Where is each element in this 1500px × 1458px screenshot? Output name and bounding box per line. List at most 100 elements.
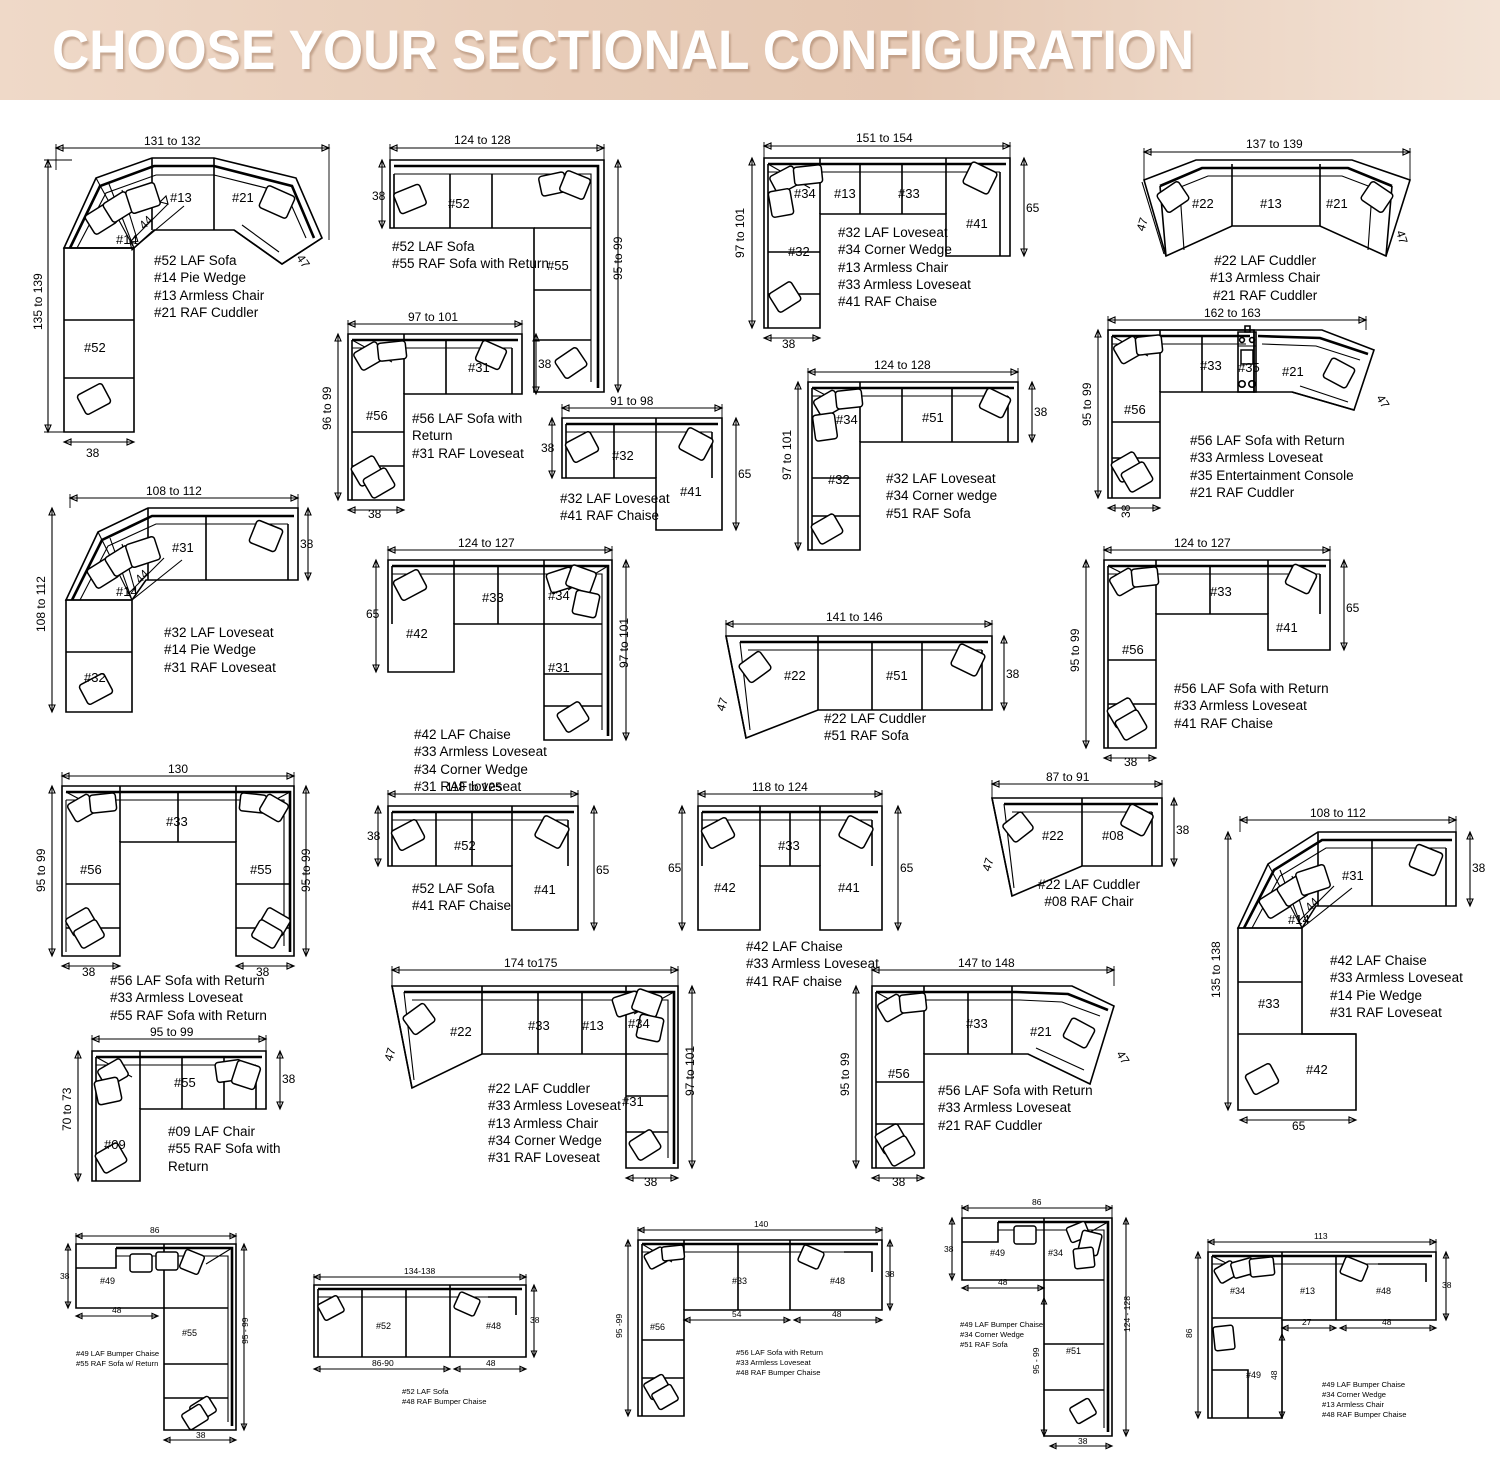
page-title: CHOOSE YOUR SECTIONAL CONFIGURATION	[52, 18, 1195, 81]
dim-overall-width: 130	[168, 762, 188, 776]
configuration-cfg-05[interactable]: 97 to 101 96 to 99 38 38 #31 #56 #56 LAF…	[320, 310, 556, 521]
configuration-cfg-07[interactable]: 91 to 98 38 65 #32 #41 #32 LAF Loveseat …	[540, 390, 760, 540]
seat-label-32: #32	[828, 472, 850, 487]
seat-label-34: #34	[628, 1016, 650, 1031]
seat-label-33: #33	[1210, 584, 1232, 599]
dim-bumper-depth: 48	[1269, 1370, 1279, 1380]
configuration-cfg-12[interactable]: 124 to 127 95 to 99 38 65 #33 #41 #56 #5…	[1068, 536, 1360, 769]
dim-overall-width: 137 to 139	[1246, 137, 1303, 151]
seat-label-35: #35	[1238, 360, 1260, 375]
dim-back-depth: 38	[530, 1315, 540, 1325]
dim-angle-left: 47	[1134, 216, 1152, 233]
legend-cfg-12: #56 LAF Sofa with Return #33 Armless Lov…	[1174, 681, 1329, 731]
configuration-cfg-22[interactable]: 134-138 38 86-90 48 #52 #48 #52 LAF Sofa…	[298, 1265, 540, 1406]
configuration-cfg-16[interactable]: 87 to 91 38 47 #22 #08 #22 LAF Cuddler #…	[970, 768, 1190, 909]
dim-angle-right: 47	[1393, 229, 1411, 246]
legend-cfg-21: #49 LAF Bumper Chaise #55 RAF Sofa w/ Re…	[76, 1349, 160, 1368]
dim-side-depth: 38	[1124, 755, 1138, 769]
dim-overall-width: 108 to 112	[1310, 806, 1366, 820]
dim-overall-depth: 95 to 99	[838, 1052, 852, 1096]
seat-label-33: #33	[898, 186, 920, 201]
configuration-cfg-20[interactable]: 95 to 99 70 to 73 38 #55 #09 #09 LAF Cha…	[58, 1025, 298, 1195]
seat-label-33: #33	[1258, 996, 1280, 1011]
dim-back-depth: 38	[1176, 823, 1190, 837]
dim-overall-width: 118 to 124	[752, 780, 808, 794]
dim-depth-left: 95 to 99	[34, 848, 48, 892]
configuration-cfg-03[interactable]: 151 to 154 97 to 101 38 65 #34 #13 #33 #…	[733, 128, 1040, 351]
dim-overall-width: 86	[1032, 1197, 1042, 1207]
seat-label-56: #56	[1124, 402, 1146, 417]
legend-cfg-22: #52 LAF Sofa #48 RAF Bumper Chaise	[402, 1387, 487, 1406]
dim-back-depth: 38	[1034, 405, 1048, 419]
configuration-cfg-06[interactable]: 162 to 163 95 to 99 38 47 #33 #35 #21 #5…	[1080, 306, 1416, 526]
configuration-cfg-09[interactable]: 108 to 112 108 to 112 38 44 #31 #14 #32 …	[34, 482, 316, 722]
configuration-cfg-23[interactable]: 140 95 -99 38 54 48 #56 #33 #48 #56 LAF	[614, 1220, 895, 1450]
seat-label-22: #22	[784, 668, 806, 683]
dim-angle-47: 47	[1113, 1048, 1132, 1067]
seat-label-14: #14	[116, 584, 138, 599]
seat-label-55: #55	[174, 1075, 196, 1090]
seat-label-49: #49	[990, 1248, 1005, 1258]
seat-label-56: #56	[80, 862, 102, 877]
seat-label-34: #34	[1230, 1286, 1245, 1296]
seat-label-52: #52	[448, 196, 470, 211]
configuration-cfg-19[interactable]: 147 to 148 95 to 99 38 47 #33 #21 #56 #5…	[838, 956, 1140, 1189]
page-header-banner: CHOOSE YOUR SECTIONAL CONFIGURATION	[0, 0, 1500, 100]
seat-label-42: #42	[1306, 1062, 1328, 1077]
seat-label-13: #13	[1300, 1286, 1315, 1296]
dim-mid-width: 27	[1302, 1317, 1312, 1327]
seat-label-33: #33	[482, 590, 504, 605]
dim-overall-depth: 97 to 101	[780, 430, 794, 480]
dim-bumper-width: 48	[998, 1277, 1008, 1287]
seat-label-41: #41	[838, 880, 860, 895]
dim-right-width: 48	[1382, 1317, 1392, 1327]
dim-overall-depth: 70 to 73	[60, 1087, 74, 1131]
configuration-cfg-17[interactable]: 108 to 112 135 to 138 65 38 44 #31 #14 #…	[1206, 802, 1486, 1133]
configuration-cfg-11[interactable]: 141 to 146 38 47 #22 #51 #22 LAF Cuddler…	[706, 608, 1020, 748]
seat-label-08: #08	[1102, 828, 1124, 843]
configuration-cfg-25[interactable]: 113 86 38 27 48 48 #34 #13 #48 #49 #49 L…	[1184, 1230, 1466, 1430]
legend-cfg-13: #56 LAF Sofa with Return #33 Armless Lov…	[110, 973, 267, 1023]
configuration-cfg-18[interactable]: 174 to175 97 to 101 38 47 #22 #33 #13 #3…	[370, 956, 730, 1189]
configuration-cfg-04[interactable]: 137 to 139 47 47 #22 #13 #21 #22 LAF Cud…	[1124, 130, 1424, 303]
configuration-cfg-14[interactable]: 118 to 125 38 65 #52 #41 #52 LAF Sofa #4…	[366, 780, 616, 940]
legend-cfg-24: #49 LAF Bumper Chaise #34 Corner Wedge #…	[960, 1320, 1044, 1349]
dim-angle-47: 47	[979, 856, 996, 873]
legend-cfg-20: #09 LAF Chair #55 RAF Sofa with Return	[168, 1124, 281, 1174]
configuration-cfg-21[interactable]: 86 38 48 95 - 99 38 #49 #55 #49 LAF Bump…	[58, 1225, 258, 1451]
dim-overall-width: 162 to 163	[1204, 306, 1261, 320]
dim-overall-width: 108 to 112	[146, 484, 202, 498]
configuration-cfg-15[interactable]: 118 to 124 65 65 #42 #33 #41 #42 LAF Cha…	[660, 780, 920, 989]
dim-overall-width: 87 to 91	[1046, 770, 1090, 784]
dim-side-depth: 38	[1119, 504, 1133, 518]
dim-bumper-depth: 38	[60, 1271, 70, 1281]
seat-label-21: #21	[232, 190, 254, 205]
legend-cfg-01: #52 LAF Sofa #14 Pie Wedge #13 Armless C…	[154, 253, 265, 320]
dim-overall-depth: 108 to 112	[34, 576, 48, 632]
dim-side-depth: 38	[892, 1175, 906, 1189]
configuration-cfg-24[interactable]: 86 38 48 95 - 99 124 - 128 38 #49 #34 #5…	[940, 1197, 1140, 1458]
seat-label-22: #22	[450, 1024, 472, 1039]
dim-chaise-width: 65	[1292, 1119, 1306, 1133]
dim-back-depth: 38	[1006, 667, 1020, 681]
seat-label-22: #22	[1192, 196, 1214, 211]
configuration-cfg-08[interactable]: 124 to 128 97 to 101 38 #34 #51 #32 #32 …	[780, 358, 1048, 558]
dim-overall-depth: 135 to 139	[31, 273, 45, 330]
seat-label-51: #51	[886, 668, 908, 683]
configuration-cfg-10[interactable]: 124 to 127 65 97 to 101 #42 #33 #34 #31 …	[362, 536, 642, 794]
configuration-cfg-01[interactable]: 131 to 132 135 to 139 38 44 47 #13 #21 #…	[31, 130, 344, 460]
legend-cfg-14: #52 LAF Sofa #41 RAF Chaise	[412, 881, 512, 914]
dim-chaise-depth: 65	[738, 467, 752, 481]
seat-label-56: #56	[888, 1066, 910, 1081]
seat-label-33: #33	[166, 814, 188, 829]
dim-overall-width: 95 to 99	[150, 1025, 194, 1039]
seat-label-32: #32	[788, 244, 810, 259]
dim-overall-width: 174 to175	[504, 956, 558, 970]
configuration-cfg-13[interactable]: 130 95 to 99 95 to 99 38 38 #33 #56 #55 …	[34, 762, 328, 1023]
seat-label-51: #51	[1066, 1346, 1081, 1356]
legend-cfg-02: #52 LAF Sofa #55 RAF Sofa with Return	[392, 239, 549, 272]
legend-cfg-19: #56 LAF Sofa with Return #33 Armless Lov…	[938, 1083, 1093, 1133]
dim-angle-47: 47	[1373, 392, 1392, 411]
seat-label-13: #13	[1260, 196, 1282, 211]
dim-overall-width: 97 to 101	[408, 310, 458, 324]
